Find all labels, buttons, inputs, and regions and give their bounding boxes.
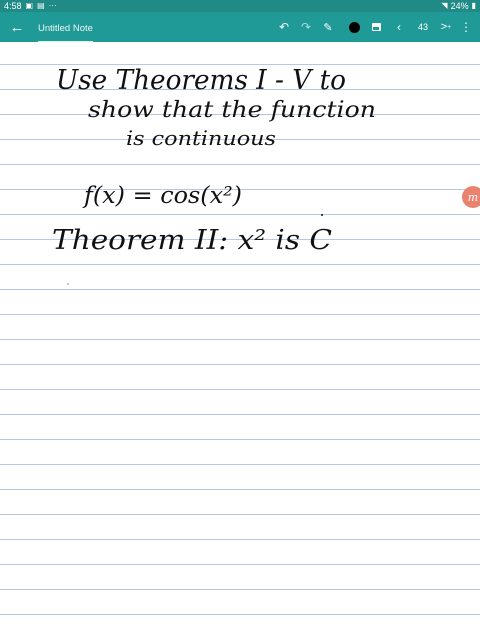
math-assistant-button[interactable]: m xyxy=(462,186,480,208)
handwriting-line-4: f(x) = cos(x²) xyxy=(82,183,242,209)
handwriting-line-5: Theorem II: x² is C xyxy=(52,225,332,256)
handwriting-layer: Use Theorems I - V to show that the func… xyxy=(52,65,376,285)
ink-dot xyxy=(67,283,69,285)
ink-dot xyxy=(321,214,323,216)
handwriting-line-2: show that the function xyxy=(88,98,376,123)
handwriting-line-1: Use Theorems I - V to xyxy=(56,65,346,96)
handwriting-line-3: is continuous xyxy=(126,126,276,150)
